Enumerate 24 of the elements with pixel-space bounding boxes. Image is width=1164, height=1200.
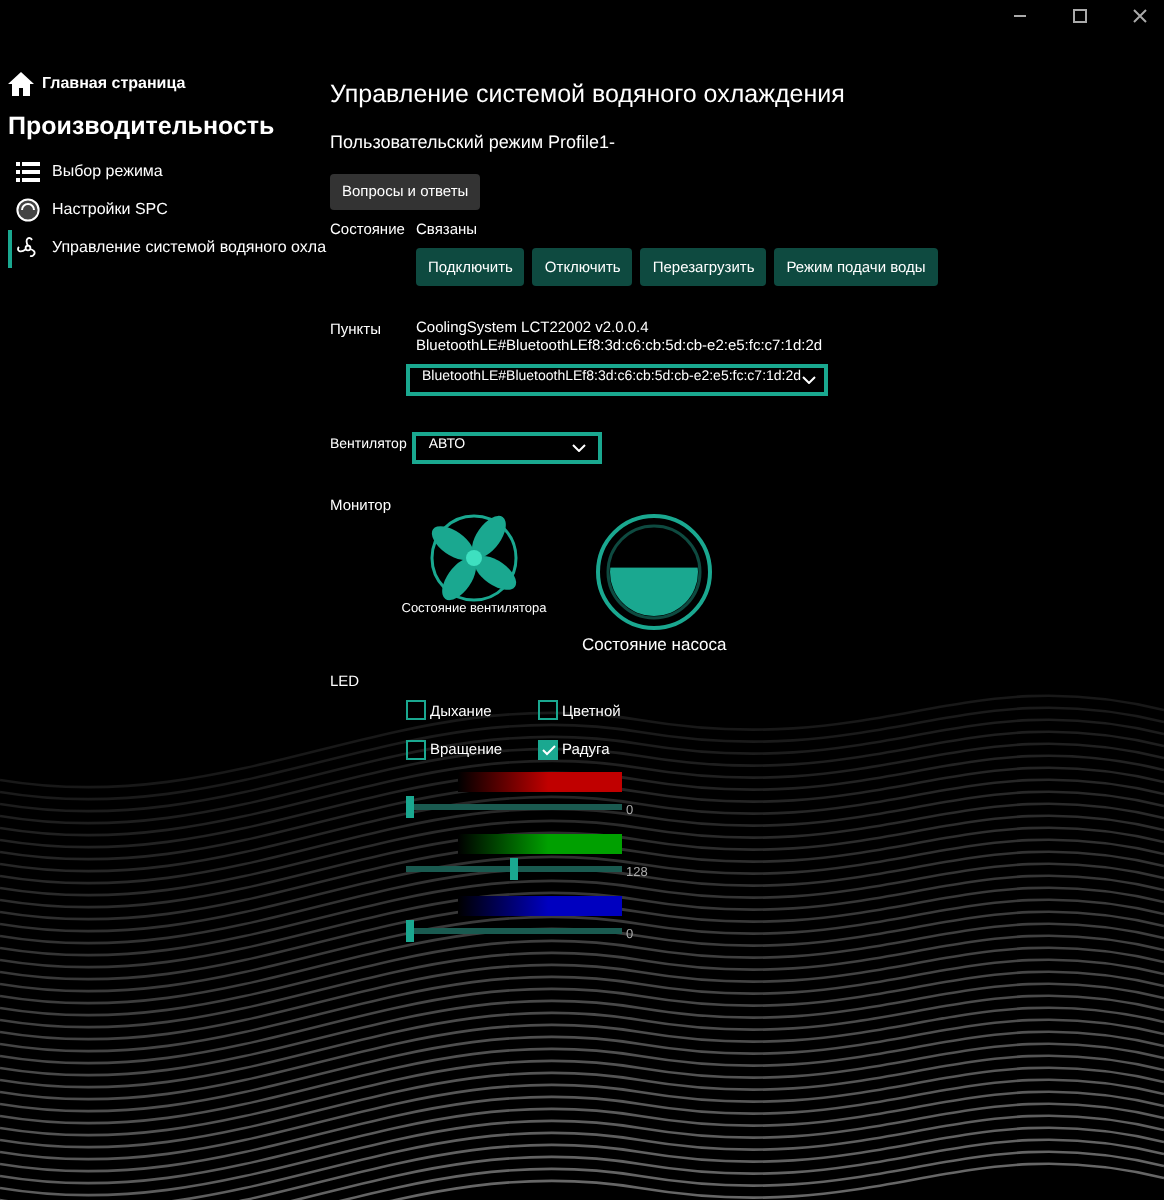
checkbox[interactable]: [406, 700, 426, 721]
fan-drawing: [428, 511, 520, 604]
chevron-icon: [572, 443, 587, 451]
section-heading: Производительность: [8, 110, 277, 144]
pump-gauge: [594, 511, 715, 632]
sidebar-item[interactable]: Настройки SPC: [8, 191, 320, 230]
profile-label: Пользовательский режим Profile1-: [330, 129, 618, 156]
gauge-icon: [16, 198, 40, 223]
slider-thumb[interactable]: [406, 919, 414, 942]
page-title: Управление системой водяного охлаждения: [330, 78, 847, 112]
pump-caption: Состояние насоса: [582, 631, 727, 657]
fan-icon: [16, 236, 40, 261]
checkbox[interactable]: [538, 739, 558, 760]
chevron-icon: [801, 375, 816, 383]
checkbox[interactable]: [538, 700, 558, 721]
maximize-icon[interactable]: [1072, 8, 1088, 24]
checkbox[interactable]: [406, 739, 426, 760]
slider-thumb[interactable]: [510, 857, 518, 880]
home-link[interactable]: Главная страница: [42, 72, 186, 96]
sidebar-item[interactable]: Выбор режима: [8, 153, 320, 192]
home-icon[interactable]: [8, 72, 34, 96]
close-icon[interactable]: [1132, 8, 1148, 24]
list-icon: [16, 162, 40, 183]
slider-thumb[interactable]: [406, 796, 414, 819]
